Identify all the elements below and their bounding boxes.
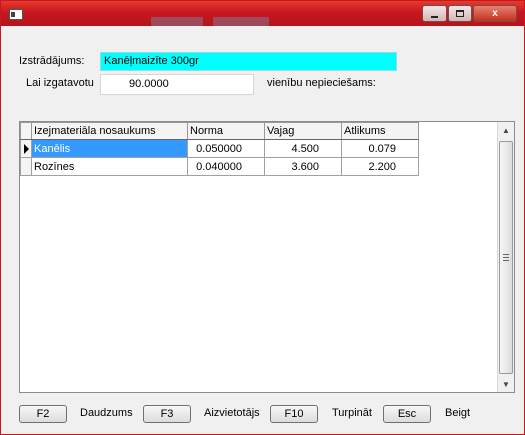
cell-vajag[interactable]: 4.500	[264, 139, 342, 158]
cell-norma[interactable]: 0.040000	[187, 157, 265, 176]
minimize-icon	[431, 15, 438, 18]
esc-button[interactable]: Esc	[383, 405, 431, 423]
scroll-down-icon[interactable]: ▼	[498, 376, 514, 392]
materials-table: Izejmateriāla nosaukums Norma Vajag Atli…	[20, 122, 419, 176]
scroll-thumb[interactable]	[499, 141, 513, 374]
f10-label: Turpināt	[332, 407, 372, 419]
vertical-scrollbar[interactable]: ▲ ▼	[497, 122, 514, 392]
f2-label: Daudzums	[80, 407, 133, 419]
row-indicator[interactable]	[20, 139, 32, 158]
units-label: vienību nepieciešams:	[267, 77, 376, 89]
window-system-icon[interactable]	[9, 9, 23, 20]
esc-label: Beigt	[445, 407, 471, 419]
cell-atlikums[interactable]: 2.200	[341, 157, 419, 176]
main-window: x Izstrādājums: Kanēļmaizīte 300gr Lai i…	[0, 0, 525, 435]
form-area: Izstrādājums: Kanēļmaizīte 300gr Lai izg…	[8, 27, 517, 430]
materials-grid[interactable]: Izejmateriāla nosaukums Norma Vajag Atli…	[19, 121, 515, 393]
column-header-atlikums[interactable]: Atlikums	[341, 122, 419, 140]
blurred-title-text	[213, 17, 269, 26]
title-bar[interactable]: x	[1, 1, 524, 26]
table-row[interactable]: Rozīnes 0.040000 3.600 2.200	[20, 157, 419, 176]
row-indicator[interactable]	[20, 157, 32, 176]
cell-name[interactable]: Rozīnes	[31, 157, 188, 176]
column-header-vajag[interactable]: Vajag	[264, 122, 342, 140]
grid-corner	[20, 122, 32, 140]
scroll-up-icon[interactable]: ▲	[498, 122, 514, 138]
table-row[interactable]: Kanēlis 0.050000 4.500 0.079	[20, 139, 419, 158]
close-button[interactable]: x	[473, 5, 517, 22]
f3-label: Aizvietotājs	[204, 407, 260, 419]
product-field[interactable]: Kanēļmaizīte 300gr	[100, 52, 397, 71]
maximize-button[interactable]	[448, 5, 472, 22]
blurred-title-text	[151, 17, 203, 26]
cell-vajag[interactable]: 3.600	[264, 157, 342, 176]
f3-button[interactable]: F3	[143, 405, 191, 423]
cell-norma[interactable]: 0.050000	[187, 139, 265, 158]
f10-button[interactable]: F10	[270, 405, 318, 423]
current-row-arrow-icon	[24, 144, 29, 154]
quantity-field[interactable]: 90.0000	[100, 74, 254, 95]
grip-icon	[503, 254, 509, 261]
column-header-norma[interactable]: Norma	[187, 122, 265, 140]
cell-atlikums[interactable]: 0.079	[341, 139, 419, 158]
cell-name[interactable]: Kanēlis	[31, 139, 188, 158]
quantity-label: Lai izgatavotu	[26, 77, 94, 89]
grid-header-row: Izejmateriāla nosaukums Norma Vajag Atli…	[20, 122, 419, 140]
f2-button[interactable]: F2	[19, 405, 67, 423]
column-header-name[interactable]: Izejmateriāla nosaukums	[31, 122, 188, 140]
maximize-icon	[456, 10, 464, 17]
product-label: Izstrādājums:	[19, 55, 85, 67]
close-icon: x	[492, 8, 498, 19]
minimize-button[interactable]	[422, 5, 447, 22]
